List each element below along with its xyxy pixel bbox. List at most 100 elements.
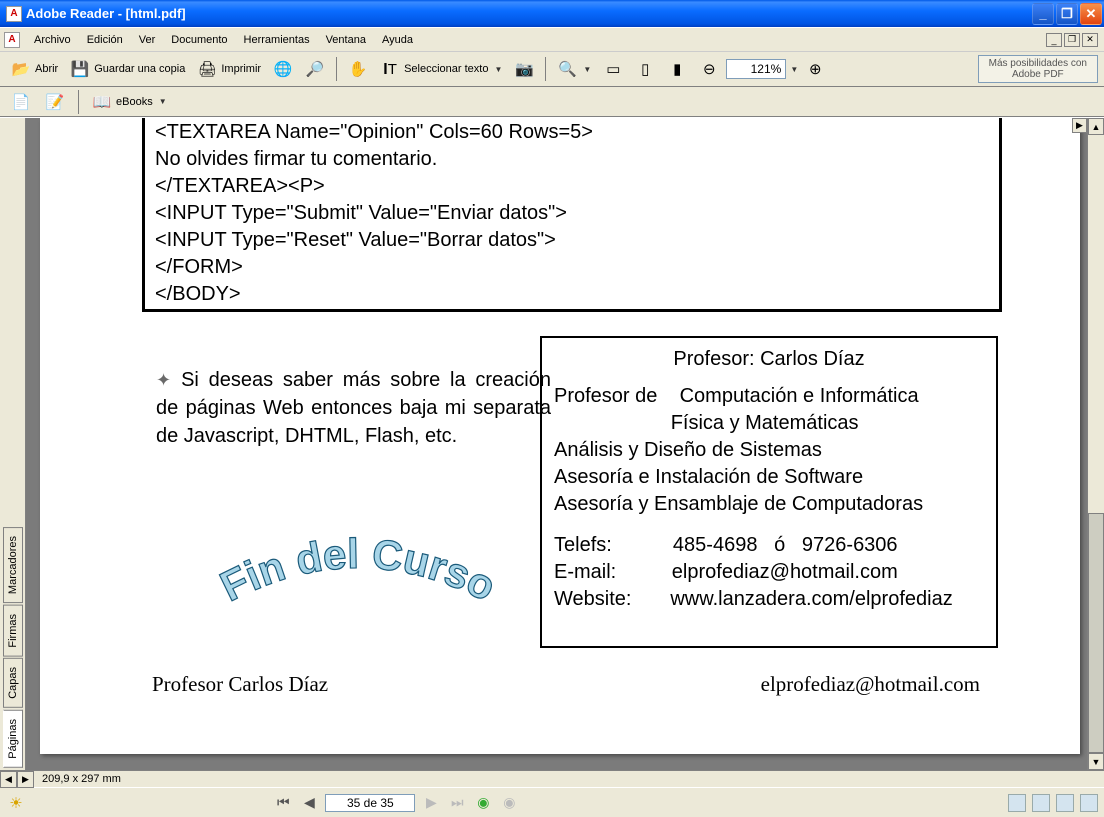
forward-view-button[interactable]: ◉ [499,793,519,813]
professor-info-box: Profesor: Carlos Díaz Profesor de Comput… [540,336,998,648]
horizontal-scroll-row: ◀ ▶ 209,9 x 297 mm [0,770,1104,787]
code-line: </HTML> [155,308,989,312]
chevron-down-icon[interactable]: ▼ [790,65,798,74]
code-line: <TEXTAREA Name="Opinion" Cols=60 Rows=5> [155,119,989,146]
wordart-fin-del-curso: Fin del Curso [148,523,568,653]
page-number-input[interactable] [325,794,415,812]
page-nav-group: ⏮ ◀ ▶ ⏭ ◉ ◉ [273,793,519,813]
fit-page-icon: ▯ [635,59,655,79]
close-button[interactable]: ✕ [1080,3,1102,25]
fit-page-button[interactable]: ▯ [630,56,660,82]
zoom-input[interactable] [726,59,786,79]
hand-icon: ✋ [348,59,368,79]
document-area[interactable]: <TEXTAREA Name="Opinion" Cols=60 Rows=5>… [26,118,1087,770]
actual-size-button[interactable]: ▭ [598,56,628,82]
tab-firmas[interactable]: Firmas [3,605,23,657]
toolbar-secondary: 📄 📝 📖eBooks▼ [0,87,1104,117]
adobe-promo-box[interactable]: Más posibilidades conAdobe PDF [978,55,1098,83]
prev-page-button[interactable]: ◀ [299,793,319,813]
scroll-down-button[interactable]: ▼ [1088,753,1104,770]
sign-icon: 📝 [45,92,65,112]
bullet-paragraph: ✦ Si deseas saber más sobre la creación … [156,366,551,450]
hand-tool-button[interactable]: ✋ [343,56,373,82]
hscroll-right-button[interactable]: ▶ [17,771,34,788]
menu-ventana[interactable]: Ventana [318,31,374,49]
info-row: Asesoría e Instalación de Software [554,464,984,491]
code-line: </FORM> [155,254,989,281]
titlebar: A Adobe Reader - [html.pdf] _ ❐ ✕ [0,0,1104,27]
tab-paginas[interactable]: Páginas [3,710,23,768]
facing-button[interactable] [1056,794,1074,812]
zoom-in-icon: 🔍 [557,59,577,79]
printer-icon: 🖨 [197,59,217,79]
info-row: Asesoría y Ensamblaje de Computadoras [554,491,984,518]
save-label: Guardar una copia [94,63,185,75]
last-page-button[interactable]: ⏭ [447,793,467,813]
globe-icon: 🌐 [273,59,293,79]
text-select-icon: 𝐈T [380,59,400,79]
zoom-in-button[interactable]: ⊕ [800,56,830,82]
mdi-close-button[interactable]: ✕ [1082,33,1098,47]
single-page-button[interactable] [1008,794,1026,812]
save-copy-button[interactable]: 💾Guardar una copia [65,56,190,82]
toolbar-main: 📂Abrir 💾Guardar una copia 🖨Imprimir 🌐 🔎 … [0,52,1104,87]
sign-button[interactable]: 📝 [40,89,70,115]
scroll-up-button[interactable]: ▲ [1088,118,1104,135]
minimize-button[interactable]: _ [1032,3,1054,25]
collapse-button[interactable]: ▶ [1072,118,1087,133]
continuous-facing-button[interactable] [1080,794,1098,812]
info-row: Análisis y Diseño de Sistemas [554,437,984,464]
select-text-button[interactable]: 𝐈TSeleccionar texto▼ [375,56,507,82]
first-page-button[interactable]: ⏮ [273,793,293,813]
continuous-button[interactable] [1032,794,1050,812]
menu-documento[interactable]: Documento [163,31,235,49]
email-button[interactable]: 🌐 [268,56,298,82]
scroll-thumb[interactable] [1088,513,1104,753]
nav-panel: Páginas Capas Firmas Marcadores [0,118,26,770]
select-label: Seleccionar texto [404,63,488,75]
ebooks-label: eBooks [116,96,153,108]
svg-text:Fin del Curso: Fin del Curso [213,530,503,610]
camera-icon: 📷 [514,59,534,79]
menu-archivo[interactable]: Archivo [26,31,79,49]
binoculars-icon: 🔎 [305,59,325,79]
back-view-button[interactable]: ◉ [473,793,493,813]
fit-width-button[interactable]: ▮ [662,56,692,82]
snapshot-button[interactable]: 📷 [509,56,539,82]
info-header: Profesor: Carlos Díaz [554,346,984,373]
minus-circle-icon: ⊖ [699,59,719,79]
maximize-button[interactable]: ❐ [1056,3,1078,25]
next-page-button[interactable]: ▶ [421,793,441,813]
info-web: Website: www.lanzadera.com/elprofediaz [554,586,984,613]
hscroll-left-button[interactable]: ◀ [0,771,17,788]
tab-marcadores[interactable]: Marcadores [3,527,23,603]
status-icon: ☀ [6,793,26,813]
print-button[interactable]: 🖨Imprimir [192,56,266,82]
zoom-out-button[interactable]: ⊖ [694,56,724,82]
bullet-text: Si deseas saber más sobre la creación de… [156,369,551,447]
mdi-minimize-button[interactable]: _ [1046,33,1062,47]
wordart-text: Fin del Curso [213,530,503,610]
footer-left: Profesor Carlos Díaz [152,672,328,697]
open-button[interactable]: 📂Abrir [6,56,63,82]
menubar: A Archivo Edición Ver Documento Herramie… [0,27,1104,52]
menu-ver[interactable]: Ver [131,31,164,49]
code-line: <INPUT Type="Reset" Value="Borrar datos"… [155,227,989,254]
scroll-track[interactable] [1088,135,1104,753]
review-icon: 📄 [11,92,31,112]
chevron-down-icon: ▼ [159,97,167,106]
page-dimensions: 209,9 x 297 mm [34,773,129,785]
adobe-reader-icon: A [6,6,22,22]
review-button[interactable]: 📄 [6,89,36,115]
zoom-in-tool-button[interactable]: 🔍▼ [552,56,596,82]
ebooks-button[interactable]: 📖eBooks▼ [87,89,172,115]
mdi-restore-button[interactable]: ❐ [1064,33,1080,47]
menu-herramientas[interactable]: Herramientas [236,31,318,49]
menu-ayuda[interactable]: Ayuda [374,31,421,49]
code-line: <INPUT Type="Submit" Value="Enviar datos… [155,200,989,227]
workspace: Páginas Capas Firmas Marcadores <TEXTARE… [0,117,1104,770]
search-button[interactable]: 🔎 [300,56,330,82]
vertical-scrollbar[interactable]: ▲ ▼ [1087,118,1104,770]
menu-edicion[interactable]: Edición [79,31,131,49]
tab-capas[interactable]: Capas [3,658,23,708]
